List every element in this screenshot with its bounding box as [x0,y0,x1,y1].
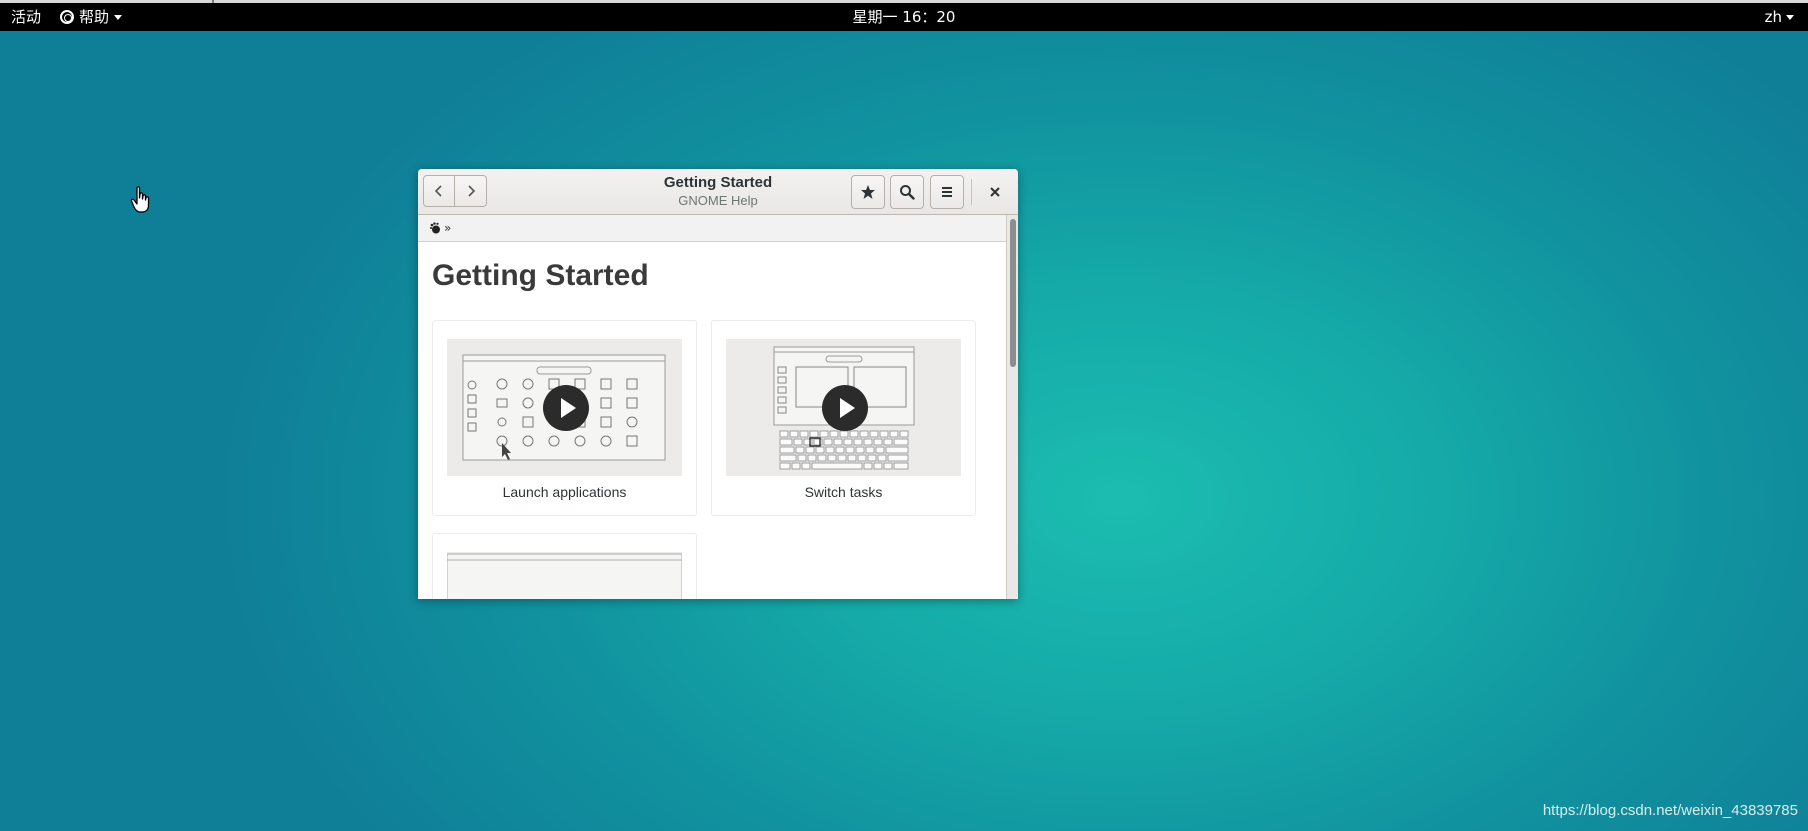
menu-button[interactable] [930,175,964,209]
video-thumbnail [447,339,682,476]
header-separator [971,179,972,205]
language-label: zh [1764,8,1782,26]
watermark: https://blog.csdn.net/weixin_43839785 [1542,802,1798,819]
third-video-illustration [447,553,682,599]
hamburger-icon [942,187,952,197]
card-launch-applications[interactable]: Launch applications [432,320,697,516]
window-title-box: Getting Started GNOME Help [418,173,1018,210]
close-icon [990,187,1000,197]
close-button[interactable] [978,175,1012,209]
top-bar: 活动 帮助 星期一 16：20 zh [0,3,1808,31]
help-content: Getting Started Launch applications Swit… [418,243,1006,599]
play-icon [822,385,868,431]
window-title: Getting Started [663,174,773,191]
search-icon [900,185,915,200]
clock[interactable]: 星期一 16：20 [0,3,1808,31]
scrollbar-thumb[interactable] [1010,219,1016,367]
clock-label: 星期一 16：20 [852,8,956,26]
window-subtitle: GNOME Help [678,193,758,208]
video-thumbnail [726,339,961,476]
breadcrumb-separator: » [444,221,452,235]
card-label: Switch tasks [804,484,883,500]
page-title: Getting Started [432,259,649,292]
gnome-foot-icon[interactable] [429,222,441,234]
hand-cursor-icon [130,186,150,213]
language-menu[interactable]: zh [1765,3,1794,31]
chevron-down-icon [1786,14,1794,20]
vertical-scrollbar[interactable] [1006,215,1018,599]
star-icon [861,185,875,199]
header-bar: Getting Started GNOME Help [418,169,1018,215]
bookmark-button[interactable] [851,175,885,209]
card-label: Launch applications [502,484,627,500]
play-icon [543,385,589,431]
help-window: Getting Started GNOME Help » Getting Sta… [418,169,1018,599]
search-button[interactable] [890,175,924,209]
video-thumbnail [447,552,682,599]
breadcrumb: » [418,215,1006,242]
card-third-partial[interactable] [432,533,697,599]
card-switch-tasks[interactable]: Switch tasks [711,320,976,516]
